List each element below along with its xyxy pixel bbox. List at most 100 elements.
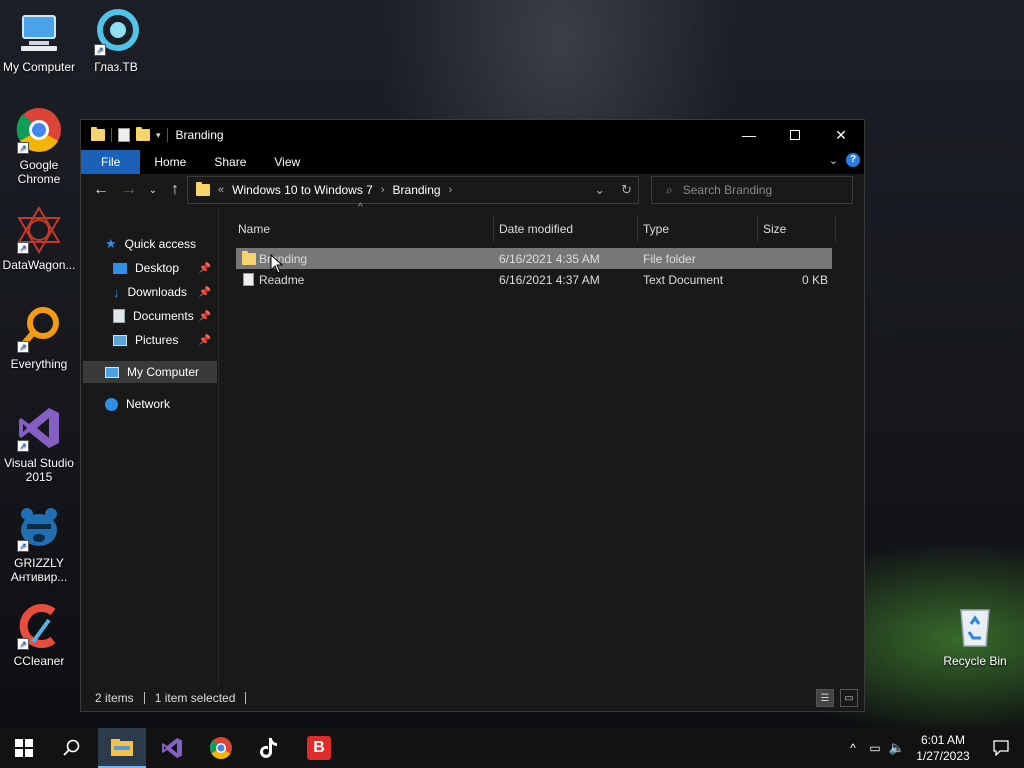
address-bar[interactable]: « Windows 10 to Windows 7 › Branding › ⌄… <box>187 176 639 204</box>
start-button[interactable] <box>0 728 48 768</box>
desktop-icon-grizzly[interactable]: ↗ GRIZZLY Антивир... <box>0 504 78 584</box>
pin-icon[interactable]: 📌 <box>199 263 211 274</box>
desktop-icon-datawagon[interactable]: ↗ DataWagon... <box>0 206 78 272</box>
desktop-icon-everything[interactable]: ↗ Everything <box>0 305 78 371</box>
file-type: File folder <box>643 251 696 266</box>
column-header-type[interactable]: Type <box>643 216 755 242</box>
system-tray: ^ ▭ 🔈 6:01 AM 1/27/2023 <box>842 728 1024 768</box>
large-icons-view-button[interactable]: ▭ <box>840 689 858 707</box>
download-arrow-icon: ↓ <box>113 284 120 300</box>
breadcrumb-windows-10-to-windows-7[interactable]: Windows 10 to Windows 7 <box>232 183 373 197</box>
datawagon-icon: ↗ <box>15 206 63 254</box>
divider <box>143 692 145 704</box>
desktop-icon-label: Глаз.ТВ <box>94 60 138 74</box>
minimize-button[interactable]: — <box>726 120 772 150</box>
tab-file[interactable]: File <box>81 150 141 174</box>
sidebar-item-label: Desktop <box>135 261 180 275</box>
pin-icon[interactable]: 📌 <box>199 335 211 346</box>
eye-tv-icon: ↗ <box>92 8 140 56</box>
up-button[interactable]: ↑ <box>165 180 185 200</box>
desktop-icon-recycle-bin[interactable]: Recycle Bin <box>936 602 1014 668</box>
desktop-icon-my-computer[interactable]: My Computer <box>0 8 78 74</box>
visual-studio-icon: ↗ <box>15 404 63 452</box>
shortcut-arrow-icon: ↗ <box>17 242 29 254</box>
sidebar-item-downloads[interactable]: ↓ Downloads 📌 <box>113 281 217 303</box>
shortcut-arrow-icon: ↗ <box>17 638 29 650</box>
search-button[interactable] <box>48 728 96 768</box>
details-view-button[interactable]: ☰ <box>816 689 834 707</box>
sidebar-item-desktop[interactable]: Desktop 📌 <box>113 257 217 279</box>
chevron-right-icon[interactable]: › <box>381 184 385 196</box>
clock[interactable]: 6:01 AM 1/27/2023 <box>908 732 978 764</box>
desktop-icon <box>113 262 127 274</box>
overflow-chevron[interactable]: « <box>218 184 224 196</box>
close-button[interactable]: ✕ <box>818 120 864 150</box>
properties-icon[interactable] <box>118 128 130 142</box>
quick-access-toolbar: ▾ <box>81 127 168 142</box>
expand-ribbon-icon[interactable]: ⌄ <box>829 154 838 167</box>
show-hidden-icons-icon[interactable]: ^ <box>842 741 864 755</box>
file-row-branding[interactable]: Branding 6/16/2021 4:35 AM File folder <box>236 248 832 269</box>
shortcut-arrow-icon: ↗ <box>17 540 29 552</box>
window-title: Branding <box>175 128 224 142</box>
desktop-icon-visual-studio[interactable]: ↗ Visual Studio 2015 <box>0 404 78 484</box>
taskbar-visual-studio[interactable] <box>148 728 196 768</box>
everything-search-icon: ↗ <box>15 305 63 353</box>
column-header-size[interactable]: Size <box>763 216 833 242</box>
back-button[interactable]: ← <box>91 180 111 200</box>
navigation-pane: ★ Quick access Desktop 📌 ↓ Downloads 📌 D… <box>81 208 219 687</box>
forward-button[interactable]: → <box>119 180 139 200</box>
file-name: Readme <box>259 272 305 287</box>
sidebar-item-documents[interactable]: Documents 📌 <box>113 305 217 327</box>
volume-icon[interactable]: 🔈 <box>886 740 908 756</box>
sidebar-item-label: Pictures <box>135 333 179 347</box>
folder-icon <box>196 182 210 196</box>
desktop-icon-label: Visual Studio 2015 <box>4 456 74 484</box>
desktop-icon-glaz-tv[interactable]: ↗ Глаз.ТВ <box>77 8 155 74</box>
divider <box>111 128 112 142</box>
selection-count: 1 item selected <box>154 691 236 705</box>
taskbar-bandicam[interactable]: B <box>295 728 343 768</box>
taskbar-tiktok[interactable] <box>246 728 294 768</box>
pin-icon[interactable]: 📌 <box>199 311 211 322</box>
tab-home[interactable]: Home <box>140 150 200 174</box>
sidebar-item-my-computer[interactable]: My Computer <box>83 361 217 383</box>
sidebar-item-label: Documents <box>133 309 194 323</box>
divider <box>245 692 247 704</box>
notification-icon <box>993 740 1009 756</box>
file-list: ^ Name Date modified Type Size Branding … <box>220 202 864 687</box>
taskbar-file-explorer[interactable] <box>98 728 146 768</box>
chevron-right-icon[interactable]: › <box>449 184 453 196</box>
sidebar-item-quick-access[interactable]: ★ Quick access <box>105 233 217 255</box>
new-folder-icon[interactable] <box>136 127 150 141</box>
desktop-icon-label: GRIZZLY Антивир... <box>10 556 68 584</box>
ribbon-tabs: File Home Share View ⌄ ? <box>81 150 864 174</box>
column-header-name[interactable]: Name <box>238 216 492 242</box>
network-status-icon[interactable]: ▭ <box>864 741 886 755</box>
desktop-icon-ccleaner[interactable]: ↗ CCleaner <box>0 602 78 668</box>
desktop-icon-label: Google Chrome <box>17 158 61 186</box>
column-header-date-modified[interactable]: Date modified <box>499 216 635 242</box>
shortcut-arrow-icon: ↗ <box>17 440 29 452</box>
sidebar-item-pictures[interactable]: Pictures 📌 <box>113 329 217 351</box>
chevron-down-icon[interactable]: ▾ <box>156 130 161 141</box>
refresh-icon[interactable]: ↻ <box>621 182 632 198</box>
recent-locations-button[interactable]: ⌄ <box>143 180 163 200</box>
star-icon: ★ <box>105 236 117 251</box>
tab-share[interactable]: Share <box>200 150 260 174</box>
sidebar-item-network[interactable]: Network <box>105 393 217 415</box>
action-center-button[interactable] <box>978 728 1024 768</box>
taskbar-chrome[interactable] <box>197 728 245 768</box>
ccleaner-icon: ↗ <box>15 602 63 650</box>
maximize-button[interactable] <box>772 120 818 150</box>
taskbar: B ^ ▭ 🔈 6:01 AM 1/27/2023 <box>0 728 1024 768</box>
search-box[interactable]: ⌕ Search Branding <box>651 176 853 204</box>
bandicam-icon: B <box>307 736 331 760</box>
pin-icon[interactable]: 📌 <box>199 287 211 298</box>
desktop-icon-google-chrome[interactable]: ↗ Google Chrome <box>0 106 78 186</box>
address-dropdown-icon[interactable]: ⌄ <box>594 182 605 198</box>
breadcrumb-branding[interactable]: Branding <box>393 183 441 197</box>
file-row-readme[interactable]: Readme 6/16/2021 4:37 AM Text Document 0… <box>236 269 832 290</box>
help-icon[interactable]: ? <box>846 153 860 167</box>
tab-view[interactable]: View <box>260 150 314 174</box>
